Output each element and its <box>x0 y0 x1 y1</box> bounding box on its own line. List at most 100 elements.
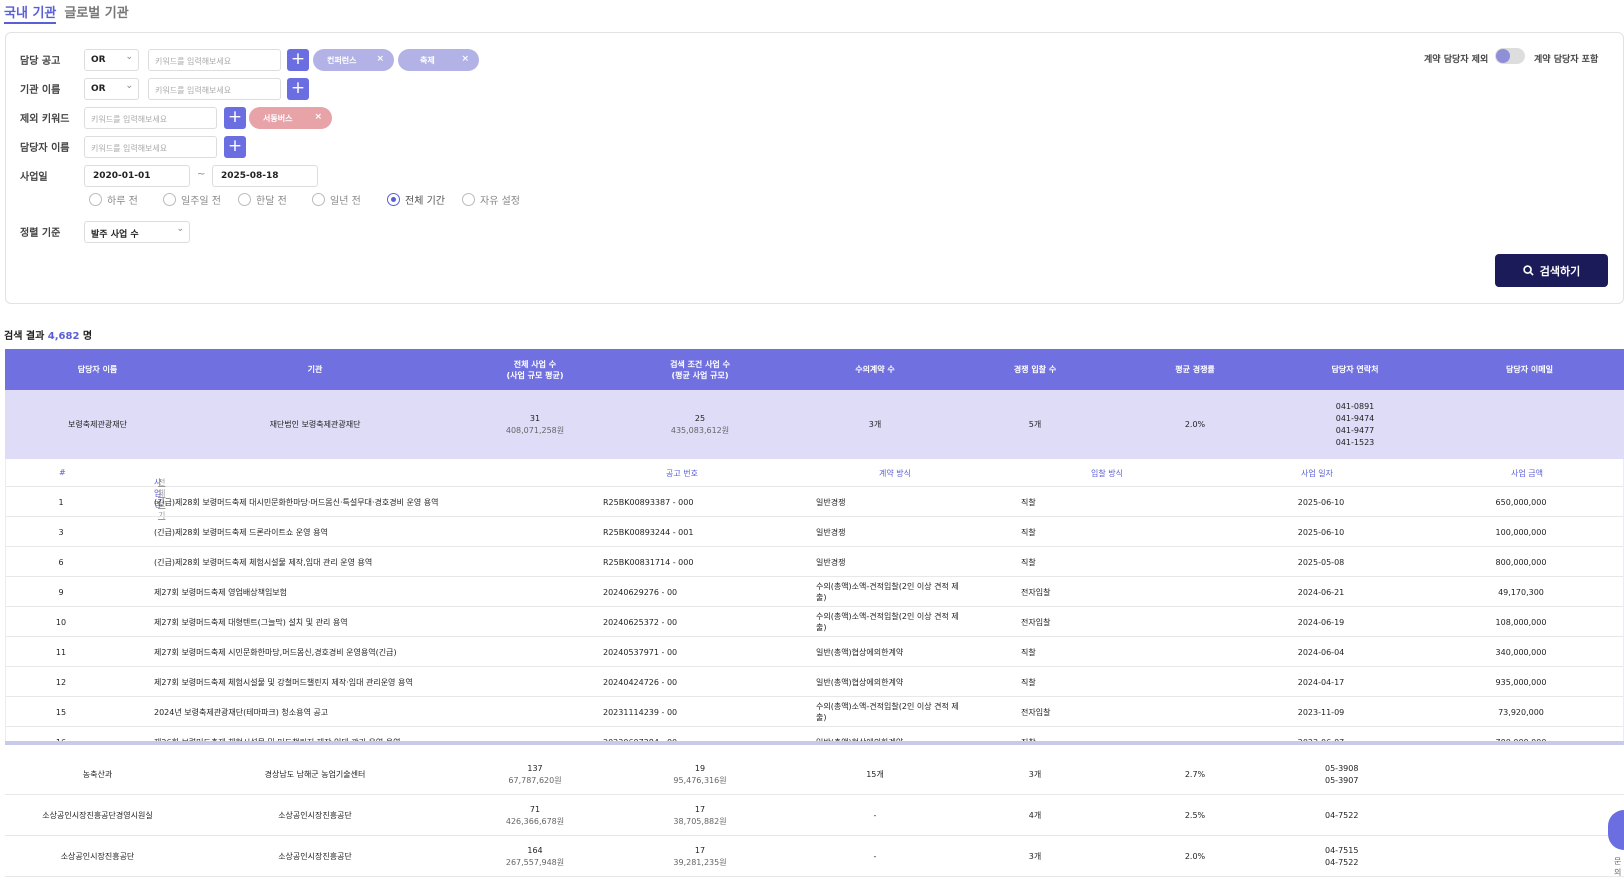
cell-no: 9 <box>58 587 64 597</box>
sub-col-date: 사업 일자 <box>1301 469 1333 478</box>
table-row[interactable]: 10 제27회 보령머드축제 대형텐트(그늘막) 설치 및 관리 용역 202406… <box>6 607 1623 637</box>
manager-name: 소상공인시장진흥공단 <box>60 851 135 861</box>
toggle-knob <box>1496 49 1510 63</box>
cell-contract: 일반경쟁 <box>816 557 846 567</box>
cell-title: 2024년 보령축제관광재단(테마파크) 청소용역 공고 <box>154 707 329 717</box>
total-projects: 137 67,787,620원 <box>508 763 562 785</box>
cell-date: 2025-06-10 <box>1297 527 1345 537</box>
col-email[interactable]: 담당자 이메일 <box>1435 349 1624 390</box>
table-row[interactable]: 12 제27회 보령머드축제 체험시설물 및 강철머드챌린지 제작·임대 관리운영… <box>6 667 1623 697</box>
cell-notice: 20240629276 - 00 <box>603 587 678 597</box>
agency-keyword-input[interactable]: 키워드를 입력해보세요 <box>148 78 281 100</box>
competitive-bids: 3개 <box>1028 851 1042 861</box>
exclude-chip[interactable]: 서동버스 × <box>249 107 332 129</box>
cell-no: 10 <box>55 617 67 627</box>
period-radio[interactable]: 자유 설정 <box>462 192 520 207</box>
sub-col-notice: 공고 번호 <box>666 469 698 478</box>
date-label: 사업일 <box>20 172 48 183</box>
competitive-bids: 3개 <box>1028 769 1042 779</box>
table-row[interactable]: 6 (긴급)제28회 보령머드축제 체험시설물 제작,임대 관리 운영 용역 R25… <box>6 547 1623 577</box>
cell-bid: 직찰 <box>1021 647 1036 657</box>
table-row[interactable]: 농축산과 경상남도 남해군 농업기술센터 137 67,787,620원 19 95,47… <box>5 754 1624 795</box>
period-radio[interactable]: 한달 전 <box>238 192 287 207</box>
table-row[interactable]: 소상공인시장진흥공단 소상공인시장진흥공단 164 267,557,948원 17 39,… <box>5 836 1624 877</box>
sub-col-contract: 계약 방식 <box>879 469 911 478</box>
cell-no: 6 <box>58 557 64 567</box>
contact-phones: 04-7522 <box>1325 810 1359 820</box>
period-radio[interactable]: 하루 전 <box>89 192 138 207</box>
exclude-keyword-input[interactable]: 키워드를 입력해보세요 <box>84 107 217 129</box>
competitive-bids: 5개 <box>1028 419 1042 429</box>
chip-remove-icon[interactable]: × <box>376 54 384 64</box>
col-total-projects[interactable]: 전체 사업 수 (사업 규모 평균) <box>440 349 630 390</box>
search-button[interactable]: 검색하기 <box>1495 254 1608 287</box>
period-radio[interactable]: 일주일 전 <box>163 192 221 207</box>
table-row[interactable]: 3 (긴급)제28회 보령머드축제 드론라이트쇼 운영 용역 R25BK008932… <box>6 517 1623 547</box>
matched-projects: 19 95,476,316원 <box>673 763 727 785</box>
cell-amount: 800,000,000 <box>1495 557 1547 567</box>
radio-circle-icon <box>238 193 251 206</box>
col-competitive-bids[interactable]: 경쟁 입찰 수 <box>955 349 1115 390</box>
table-row[interactable]: 11 제27회 보령머드축제 시민문화한마당,머드몸신,경호경비 운영용역(긴급)… <box>6 637 1623 667</box>
notice-keyword-input[interactable]: 키워드를 입력해보세요 <box>148 49 281 71</box>
cell-amount: 108,000,000 <box>1495 617 1547 627</box>
col-avg-rate[interactable]: 평균 경쟁률 <box>1115 349 1275 390</box>
chip-remove-icon[interactable]: × <box>461 54 469 64</box>
col-manager-name[interactable]: 담당자 이름 <box>5 349 190 390</box>
radio-circle-icon <box>312 193 325 206</box>
sub-col-no: # <box>59 468 66 477</box>
date-to-input[interactable]: 2025-08-18 <box>212 165 318 187</box>
contact-phones: 04-7515 04-7522 <box>1325 845 1359 867</box>
notice-chip[interactable]: 축제 × <box>398 49 479 71</box>
agency-operator-select[interactable]: OR <box>84 78 139 100</box>
table-row-expanded[interactable]: 보령축제관광재단 재단법인 보령축제관광재단 31 408,071,258원 25… <box>5 390 1624 459</box>
chat-label: 문의 <box>1614 857 1622 877</box>
notice-chip[interactable]: 컨퍼런스 × <box>313 49 394 71</box>
col-agency[interactable]: 기관 <box>190 349 440 390</box>
tab-domestic[interactable]: 국내 기관 <box>4 2 57 24</box>
total-projects: 71 426,366,678원 <box>505 804 565 826</box>
date-from-input[interactable]: 2020-01-01 <box>84 165 190 187</box>
exclude-add-button[interactable]: + <box>224 107 246 129</box>
col-contact[interactable]: 담당자 연락처 <box>1275 349 1435 390</box>
cell-contract: 일반경쟁 <box>816 527 846 537</box>
table-row[interactable]: 소상공인시장진흥공단경영시원실 소상공인시장진흥공단 71 426,366,678원 1… <box>5 795 1624 836</box>
notice-add-button[interactable]: + <box>287 49 309 71</box>
tab-global[interactable]: 글로벌 기관 <box>64 2 128 24</box>
cell-no: 15 <box>55 707 67 717</box>
manager-add-button[interactable]: + <box>224 136 246 158</box>
agency-add-button[interactable]: + <box>287 78 309 100</box>
exclude-label: 제외 키워드 <box>20 114 70 125</box>
sort-label: 정렬 기준 <box>20 228 61 239</box>
sort-select[interactable]: 발주 사업 수 <box>84 221 190 243</box>
table-header: 담당자 이름 기관 전체 사업 수 (사업 규모 평균) 검색 조건 사업 수 … <box>5 349 1624 390</box>
subtable-scrollbar[interactable] <box>5 741 1624 745</box>
radio-circle-icon <box>163 193 176 206</box>
notice-operator-select[interactable]: OR <box>84 49 139 71</box>
filter-panel: 담당 공고 OR 키워드를 입력해보세요 + 컨퍼런스× 축제× 기관 이름 O… <box>5 32 1624 304</box>
cell-date: 2025-05-08 <box>1297 557 1345 567</box>
matched-projects: 17 39,281,235원 <box>673 845 727 867</box>
period-radio[interactable]: 일년 전 <box>312 192 361 207</box>
chip-remove-icon[interactable]: × <box>314 112 322 122</box>
period-radio-selected[interactable]: 전체 기간 <box>387 192 445 207</box>
agency-label: 기관 이름 <box>20 85 61 96</box>
table-row[interactable]: 9 제27회 보령머드축제 영업배상책임보험 20240629276 - 00 수의(… <box>6 577 1623 607</box>
radio-circle-icon <box>462 193 475 206</box>
cell-amount: 650,000,000 <box>1495 497 1547 507</box>
toggle-right-label: 계약 담당자 포함 <box>1534 55 1599 65</box>
cell-notice: 20240424726 - 00 <box>603 677 678 687</box>
col-matched-projects[interactable]: 검색 조건 사업 수 (평균 사업 규모) <box>605 349 795 390</box>
cell-bid: 전자입찰 <box>1021 617 1051 627</box>
cell-contract: 일반(총액)협상에의한계약 <box>816 647 904 657</box>
contract-manager-toggle[interactable] <box>1495 48 1525 64</box>
cell-notice: R25BK00893387 - 000 <box>603 497 694 507</box>
avg-rate: 2.0% <box>1184 851 1206 861</box>
contact-phones: 05-3908 05-3907 <box>1325 763 1359 785</box>
cell-date: 2025-06-10 <box>1297 497 1345 507</box>
manager-keyword-input[interactable]: 키워드를 입력해보세요 <box>84 136 217 158</box>
col-private-contracts[interactable]: 수의계약 수 <box>795 349 955 390</box>
table-row[interactable]: 15 2024년 보령축제관광재단(테마파크) 청소용역 공고 2023111423… <box>6 697 1623 727</box>
table-row[interactable]: 1 (긴급)제28회 보령머드축제 대시민문화한마당·머드몸신·특설무대·경호경비… <box>6 487 1623 517</box>
manager-name: 농축산과 <box>82 769 113 779</box>
